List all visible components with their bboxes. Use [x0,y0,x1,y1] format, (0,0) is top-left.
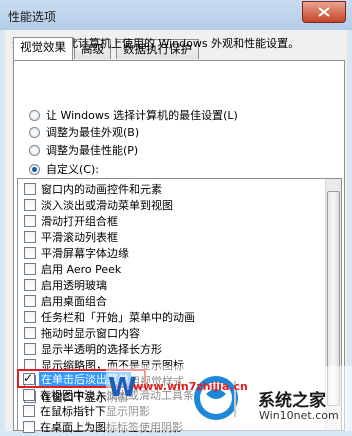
option-label: 滑动打开组合框 [41,215,118,228]
checkbox[interactable] [24,359,36,371]
option-label: 在单击后淡出菜单 [39,372,131,387]
checkbox[interactable] [23,421,35,433]
checkbox[interactable] [24,231,36,243]
option-label: 拖动时显示窗口内容 [41,327,140,340]
radio-label: 调整为最佳外观(B) [46,126,140,139]
option-label: 窗口内的动画控件和元素 [41,183,162,196]
option-label: 在鼠标指针下显示阴影 [40,405,150,418]
checkbox[interactable] [24,247,36,259]
list-scrollbar[interactable] [325,179,341,430]
radio-indicator [29,127,40,138]
checkbox[interactable] [24,343,36,355]
watermark-brand: 系统之家 [258,391,326,411]
radio-indicator [29,110,40,121]
scrollbar-thumb[interactable] [327,191,340,406]
checkbox[interactable] [23,389,35,401]
option-label: 显示半透明的选择长方形 [41,343,162,356]
checkbox[interactable] [24,183,36,195]
radio-indicator [29,145,40,156]
option-label: 启用桌面组合 [41,295,107,308]
check-icon: ✓ [23,371,34,385]
radio-label: 自定义(C): [46,163,99,176]
radio-label: 让 Windows 选择计算机的最佳设置(L) [46,109,238,122]
window-title: 性能选项 [8,10,57,24]
option-label: 任务栏和「开始」菜单中的动画 [41,311,195,324]
checkbox[interactable] [24,199,36,211]
checkbox[interactable] [24,279,36,291]
title-bar: 性能选项 [0,0,352,30]
close-button[interactable] [302,1,346,23]
close-icon [318,7,330,17]
watermark-url: www.win7zhijia.cn [133,380,248,393]
tab-visual-effects[interactable]: 视觉效果 [13,37,73,60]
checkbox[interactable] [24,263,36,275]
option-label: 显示缩略图，而不是显示图标 [41,359,184,372]
checkbox[interactable] [24,295,36,307]
checkbox[interactable] [24,311,36,323]
option-label: 启用 Aero Peek [41,263,122,276]
radio-label: 调整为最佳性能(P) [46,144,139,157]
checkbox[interactable] [24,327,36,339]
checkbox[interactable] [23,405,35,417]
radio-indicator [29,164,40,175]
checkbox[interactable] [24,215,36,227]
option-label: 平滑屏幕字体边缘 [41,247,129,260]
watermark-domain: Win10net.com [259,409,339,422]
option-label: 在桌面上为图标标签使用阴影 [40,421,183,434]
option-label: 淡入淡出或滑动菜单到视图 [41,199,173,212]
checkbox[interactable]: ✓ [23,371,35,385]
option-label: 启用透明玻璃 [41,279,107,292]
option-label: 平滑滚动列表框 [41,231,118,244]
